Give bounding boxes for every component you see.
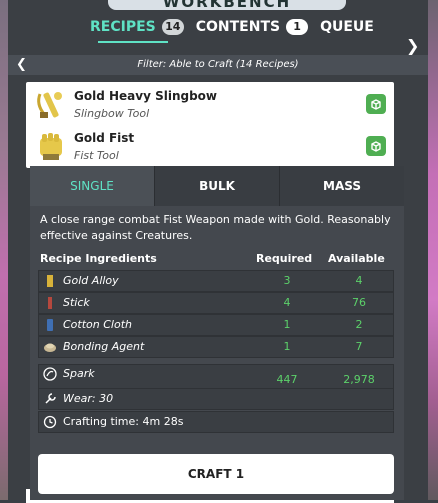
recipe-card-gold-heavy-slingbow[interactable]: Gold Heavy Slingbow Slingbow Tool [26,82,394,128]
ingredient-name: Stick [63,296,90,309]
ingredient-available: 4 [355,274,363,287]
ingredient-name: Gold Alloy [63,274,119,287]
fist-icon [40,133,62,160]
ingredient-row: Cotton Cloth 1 2 [38,314,394,336]
tab-contents-label: CONTENTS [195,19,281,35]
add-to-queue-button[interactable] [366,94,386,114]
filter-label: Filter: Able to Craft (14 Recipes) [137,59,299,70]
cube-icon [371,141,381,152]
slingbow-icon [37,92,62,118]
tab-recipes[interactable]: RECIPES 14 [90,19,184,35]
stick-icon [48,297,52,309]
ingredient-name: Bonding Agent [63,340,145,353]
tab-queue-label: QUEUE [320,19,374,35]
filter-bar[interactable]: ❮ Filter: Able to Craft (14 Recipes) [8,55,428,75]
spark-label: Spark [63,367,95,380]
craft-mode-tabs: SINGLE BULK MASS [30,166,404,206]
ingredient-required: 1 [283,318,291,331]
recipe-card-gold-fist[interactable]: Gold Fist Fist Tool [26,124,394,168]
ingredient-required: 1 [283,340,291,353]
wear-row: Wear: 30 [38,388,394,410]
window-title-text: WORKBENCH [162,0,292,11]
available-header: Available [328,252,385,265]
tab-recipes-count: 14 [161,19,184,35]
ingredient-name: Cotton Cloth [63,318,132,331]
ingredients-header: Recipe Ingredients [40,252,157,265]
ingredient-row: Bonding Agent 1 7 [38,336,394,358]
recipe-type: Fist Tool [74,149,119,162]
ingredient-required: 4 [283,296,291,309]
clock-icon [43,415,57,429]
chevron-right-icon[interactable]: ❯ [406,36,419,55]
tab-contents[interactable]: CONTENTS 1 [195,19,309,35]
bonding-agent-icon [44,343,56,352]
crafting-time-row: Crafting time: 4m 28s [38,411,394,433]
recipe-details-panel: SINGLE BULK MASS A close range combat Fi… [30,166,404,500]
tab-bar: RECIPES 14 CONTENTS 1 QUEUE [90,14,374,40]
add-to-queue-button[interactable] [366,136,386,156]
mode-mass[interactable]: MASS [280,166,404,206]
recipe-description: A close range combat Fist Weapon made wi… [40,213,391,242]
ingredient-available: 76 [352,296,366,309]
cotton-cloth-icon [47,319,53,331]
required-header: Required [256,252,313,265]
tab-contents-count: 1 [286,19,309,35]
crafting-time-label: Crafting time: 4m 28s [63,415,184,428]
mode-single[interactable]: SINGLE [30,166,155,206]
gold-alloy-icon [47,275,53,287]
wrench-icon [45,393,56,404]
recipe-name: Gold Heavy Slingbow [74,89,217,103]
active-tab-underline [98,41,168,43]
tab-recipes-label: RECIPES [90,19,156,35]
cube-icon [371,99,381,110]
craft-button[interactable]: CRAFT 1 [38,454,394,494]
spark-required: 447 [276,373,298,386]
recipe-type: Slingbow Tool [74,107,150,120]
ingredient-row: Stick 4 76 [38,292,394,314]
ingredient-required: 3 [283,274,291,287]
window-title: WORKBENCH [108,0,346,11]
spark-available: 2,978 [343,373,375,386]
ingredient-available: 2 [355,318,363,331]
wear-label: Wear: 30 [63,392,114,405]
recipe-name: Gold Fist [74,131,135,145]
spark-icon [43,367,57,381]
ingredient-available: 7 [355,340,363,353]
ingredient-row: Gold Alloy 3 4 [38,270,394,292]
tab-queue[interactable]: QUEUE [320,19,374,35]
mode-bulk[interactable]: BULK [155,166,280,206]
